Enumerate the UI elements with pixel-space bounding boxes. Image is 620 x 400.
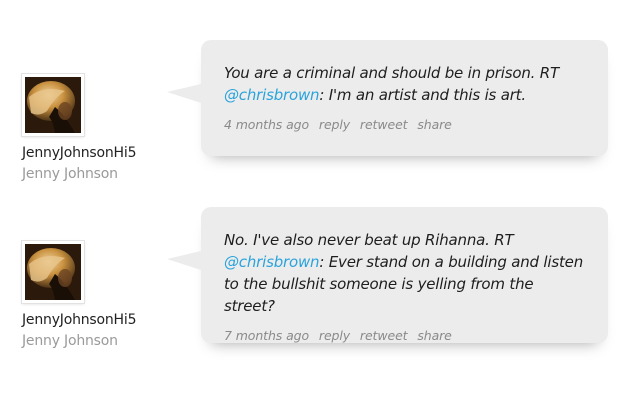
tweet-timestamp[interactable]: 7 months ago bbox=[224, 328, 309, 343]
reply-link[interactable]: reply bbox=[319, 117, 350, 132]
author-name: Jenny Johnson bbox=[22, 333, 118, 349]
avatar[interactable] bbox=[22, 241, 84, 303]
avatar[interactable] bbox=[22, 74, 84, 136]
tweet-bubble: No. I've also never beat up Rihanna. RT … bbox=[167, 207, 608, 343]
mention-link[interactable]: @chrisbrown bbox=[224, 253, 320, 271]
tweet-bubble: You are a criminal and should be in pris… bbox=[167, 40, 608, 156]
tweet-feed: JennyJohnsonHi5 Jenny Johnson You are a … bbox=[0, 0, 620, 400]
author-handle[interactable]: JennyJohnsonHi5 bbox=[22, 312, 192, 328]
author-handle[interactable]: JennyJohnsonHi5 bbox=[22, 145, 192, 161]
reply-link[interactable]: reply bbox=[319, 328, 350, 343]
retweet-link[interactable]: retweet bbox=[360, 117, 408, 132]
author-name: Jenny Johnson bbox=[22, 166, 118, 182]
retweet-link[interactable]: retweet bbox=[360, 328, 408, 343]
tweet-text-before: You are a criminal and should be in pris… bbox=[224, 64, 559, 82]
tweet-text: No. I've also never beat up Rihanna. RT … bbox=[224, 229, 584, 317]
share-link[interactable]: share bbox=[417, 328, 452, 343]
tweet-meta: 4 months ago reply retweet share bbox=[224, 117, 584, 132]
tweet-text: You are a criminal and should be in pris… bbox=[224, 62, 584, 106]
share-link[interactable]: share bbox=[417, 117, 452, 132]
avatar-photo bbox=[25, 244, 81, 300]
tweet-meta: 7 months ago reply retweet share bbox=[224, 328, 584, 343]
tweet-text-after: : I'm an artist and this is art. bbox=[319, 86, 526, 104]
tweet-timestamp[interactable]: 4 months ago bbox=[224, 117, 309, 132]
tweet-text-before: No. I've also never beat up Rihanna. RT bbox=[224, 231, 514, 249]
mention-link[interactable]: @chrisbrown bbox=[224, 86, 320, 104]
avatar-photo bbox=[25, 77, 81, 133]
